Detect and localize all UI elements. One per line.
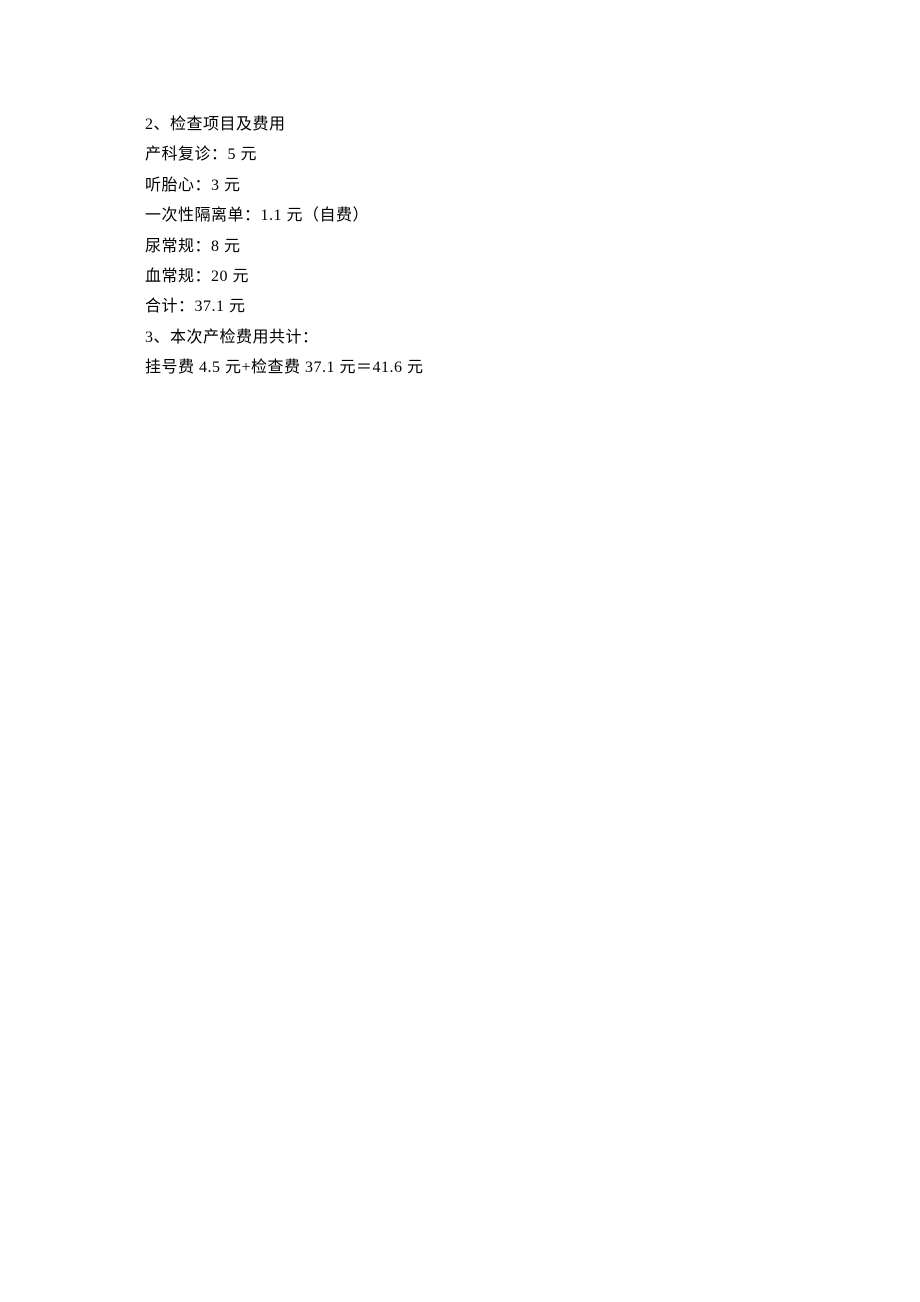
item-xuechanggui: 血常规：20 元 [145,262,920,292]
item-heji: 合计：37.1 元 [145,292,920,322]
item-niaochanggui: 尿常规：8 元 [145,232,920,262]
section-heading-2: 2、检查项目及费用 [145,110,920,140]
document-body: 2、检查项目及费用 产科复诊：5 元 听胎心：3 元 一次性隔离单：1.1 元（… [145,110,920,384]
item-fuzhen: 产科复诊：5 元 [145,140,920,170]
total-calculation: 挂号费 4.5 元+检查费 37.1 元＝41.6 元 [145,353,920,383]
section-heading-3: 3、本次产检费用共计： [145,323,920,353]
item-taixin: 听胎心：3 元 [145,171,920,201]
item-gelidan: 一次性隔离单：1.1 元（自费） [145,201,920,231]
